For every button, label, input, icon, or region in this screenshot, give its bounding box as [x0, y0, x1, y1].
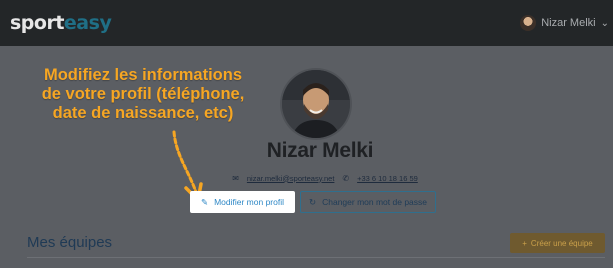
email-icon: ✉	[232, 173, 239, 183]
user-avatar-icon	[520, 15, 537, 31]
tooltip-callout: Modifiez les informations de votre profi…	[18, 66, 268, 123]
profile-name: Nizar Melki	[266, 139, 374, 162]
refresh-icon: ↻	[308, 196, 317, 207]
pencil-icon: ✎	[200, 196, 209, 207]
edit-profile-label: Modifier mon profil	[214, 197, 285, 207]
profile-email-link[interactable]: nizar.melki@sporteasy.net	[247, 174, 335, 183]
user-name: Nizar Melki	[541, 17, 596, 29]
teams-divider	[27, 257, 605, 258]
teams-section-title: Mes équipes	[27, 234, 113, 251]
profile-contacts: ✉ nizar.melki@sporteasy.net ✆ +33 6 10 1…	[200, 172, 450, 184]
top-navbar: sporteasy Nizar Melki ⌄	[0, 0, 613, 46]
profile-photo-icon	[282, 70, 350, 138]
edit-profile-button[interactable]: ✎ Modifier mon profil	[190, 191, 295, 213]
create-team-label: Créer une équipe	[530, 238, 593, 248]
change-password-label: Changer mon mot de passe	[322, 197, 428, 207]
tooltip-line-1: Modifiez les informations	[43, 66, 243, 84]
phone-icon: ✆	[342, 173, 350, 183]
profile-avatar	[282, 70, 350, 138]
sporteasy-logo[interactable]: sporteasy	[10, 12, 112, 34]
logo-sport: sport	[10, 12, 64, 34]
create-team-button[interactable]: + Créer une équipe	[510, 233, 605, 253]
profile-phone-link[interactable]: +33 6 10 18 16 59	[357, 174, 418, 183]
user-menu[interactable]: Nizar Melki ⌄	[520, 14, 609, 32]
tooltip-line-2: de votre profil (téléphone,	[41, 85, 245, 103]
chevron-down-icon: ⌄	[600, 17, 609, 29]
logo-easy: easy	[63, 12, 112, 34]
change-password-button[interactable]: ↻ Changer mon mot de passe	[300, 191, 436, 213]
tooltip-line-3: date de naissance, etc)	[52, 104, 234, 122]
plus-icon: +	[522, 238, 527, 248]
